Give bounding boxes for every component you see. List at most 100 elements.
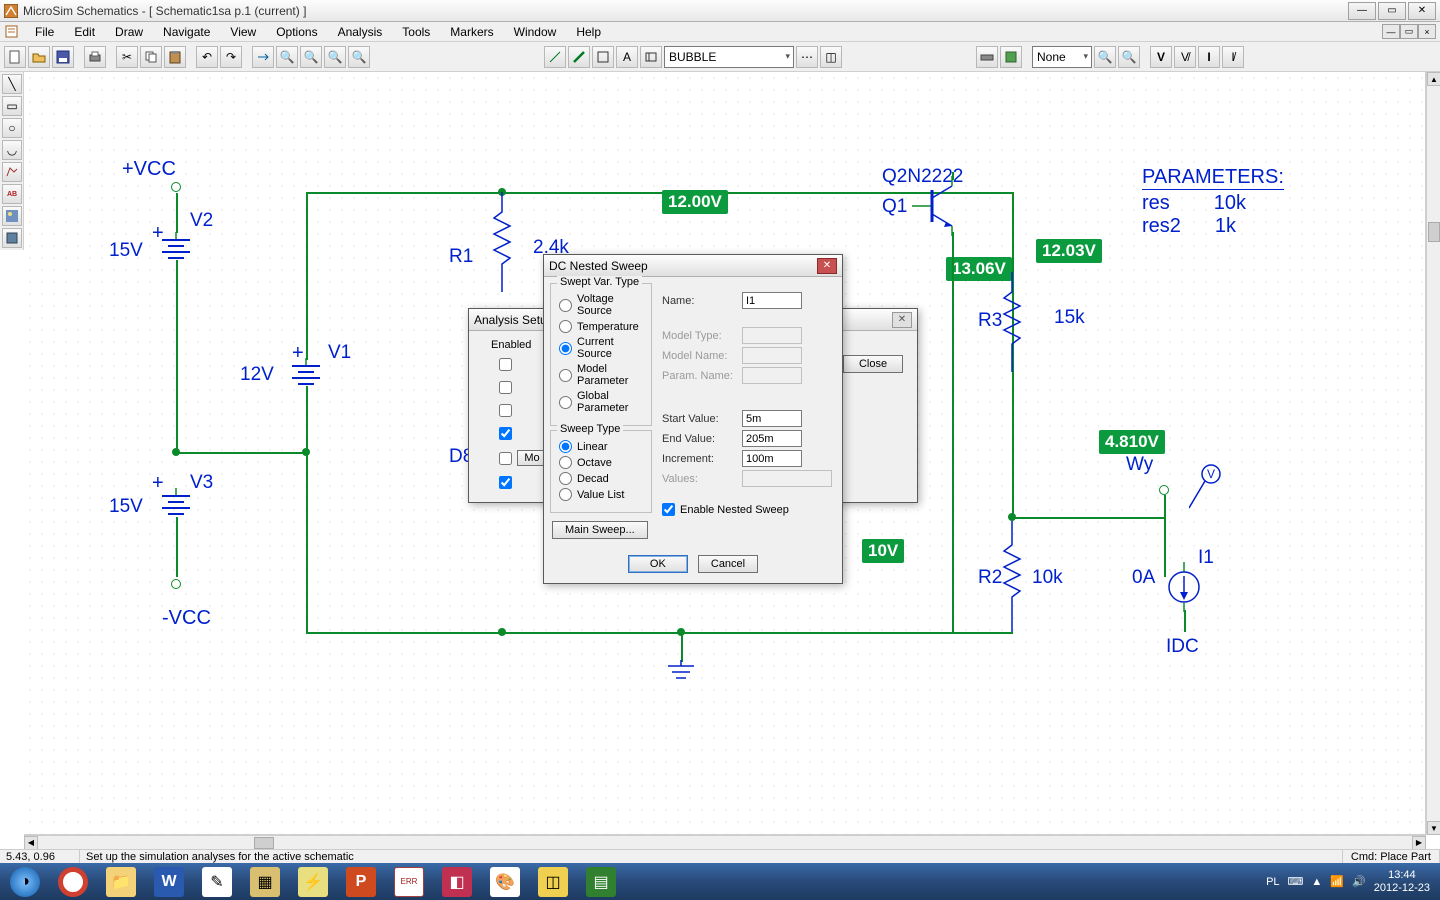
taskbar-chrome[interactable] (50, 864, 96, 900)
taskbar-app5[interactable]: ▤ (578, 864, 624, 900)
sweep-close-icon[interactable]: ✕ (817, 258, 837, 274)
tray-lang[interactable]: PL (1266, 876, 1279, 888)
menu-options[interactable]: Options (266, 23, 327, 41)
menu-navigate[interactable]: Navigate (153, 23, 220, 41)
open-icon[interactable] (28, 46, 50, 68)
current-marker-icon[interactable]: I (1198, 46, 1220, 68)
redo-icon[interactable]: ↷ (220, 46, 242, 68)
tool-rect-icon[interactable]: ▭ (2, 96, 22, 116)
tool-poly-icon[interactable] (2, 162, 22, 182)
start-input[interactable] (742, 410, 802, 427)
radio-temperature[interactable] (559, 320, 572, 333)
menu-file[interactable]: File (25, 23, 64, 41)
name-input[interactable] (742, 292, 802, 309)
radio-octave[interactable] (559, 456, 572, 469)
start-button[interactable]: ◑ (2, 864, 48, 900)
radio-linear[interactable] (559, 440, 572, 453)
close-button[interactable]: ✕ (1408, 2, 1436, 20)
radio-decade[interactable] (559, 472, 572, 485)
radio-value-list[interactable] (559, 488, 572, 501)
enabled-check-1[interactable] (499, 381, 512, 394)
enabled-check-2[interactable] (499, 404, 512, 417)
sweep-titlebar[interactable]: DC Nested Sweep ✕ (544, 255, 842, 277)
horizontal-scrollbar[interactable]: ◀▶ (24, 835, 1426, 849)
end-input[interactable] (742, 430, 802, 447)
analysis-setup-close-icon[interactable]: ✕ (892, 312, 912, 328)
vertical-scrollbar[interactable]: ▲▼ (1426, 72, 1440, 835)
tray-clock[interactable]: 13:44 2012-12-23 (1374, 869, 1430, 893)
enabled-check-0[interactable] (499, 358, 512, 371)
save-icon[interactable] (52, 46, 74, 68)
taskbar-app2[interactable]: ⚡ (290, 864, 336, 900)
menu-edit[interactable]: Edit (64, 23, 105, 41)
zoom-in-icon[interactable]: 🔍 (276, 46, 298, 68)
menu-help[interactable]: Help (566, 23, 611, 41)
menu-analysis[interactable]: Analysis (328, 23, 393, 41)
tray-volume-icon[interactable]: 🔊 (1352, 875, 1366, 888)
copy-icon[interactable] (140, 46, 162, 68)
radio-current-source[interactable] (559, 342, 572, 355)
tool-line-icon[interactable]: ╲ (2, 74, 22, 94)
taskbar-app1[interactable]: ▦ (242, 864, 288, 900)
increment-input[interactable] (742, 450, 802, 467)
zoom-area-icon[interactable]: 🔍 (324, 46, 346, 68)
taskbar-paint[interactable]: 🎨 (482, 864, 528, 900)
taskbar-powerpoint[interactable]: P (338, 864, 384, 900)
simulate-icon[interactable] (1000, 46, 1022, 68)
minimize-button[interactable]: — (1348, 2, 1376, 20)
draw-wire-icon[interactable] (544, 46, 566, 68)
setup-icon[interactable] (976, 46, 998, 68)
voltage-marker-icon[interactable]: V (1150, 46, 1172, 68)
main-sweep-button[interactable]: Main Sweep... (552, 521, 648, 539)
analysis-close-button[interactable]: Close (843, 355, 903, 373)
paste-icon[interactable] (164, 46, 186, 68)
enabled-check-5[interactable] (499, 476, 512, 489)
zoom-out-icon[interactable]: 🔍 (300, 46, 322, 68)
new-icon[interactable] (4, 46, 26, 68)
tray-network-icon[interactable]: 📶 (1330, 875, 1344, 888)
print-icon[interactable] (84, 46, 106, 68)
radio-voltage-source[interactable] (559, 299, 572, 312)
menu-tools[interactable]: Tools (392, 23, 440, 41)
menu-view[interactable]: View (220, 23, 266, 41)
menu-draw[interactable]: Draw (105, 23, 153, 41)
mdi-restore[interactable]: ▭ (1400, 24, 1418, 39)
mdi-minimize[interactable]: — (1382, 24, 1400, 39)
taskbar-word[interactable]: W (146, 864, 192, 900)
draw-bus-icon[interactable] (568, 46, 590, 68)
mdi-close[interactable]: × (1418, 24, 1436, 39)
taskbar-notepad[interactable]: ✎ (194, 864, 240, 900)
voltage-off-icon[interactable]: V̸ (1174, 46, 1196, 68)
cut-icon[interactable]: ✂ (116, 46, 138, 68)
taskbar-app4[interactable]: ◫ (530, 864, 576, 900)
menu-markers[interactable]: Markers (440, 23, 503, 41)
marker-combo[interactable]: None (1032, 46, 1092, 68)
menu-window[interactable]: Window (504, 23, 567, 41)
current-off-icon[interactable]: I̸ (1222, 46, 1244, 68)
radio-model-parameter[interactable] (559, 369, 572, 382)
tool-arc-icon[interactable]: ◡ (2, 140, 22, 160)
tool-image-icon[interactable] (2, 206, 22, 226)
edit-attr-icon[interactable]: ⋯ (796, 46, 818, 68)
zoom-fit-icon[interactable]: 🔍 (348, 46, 370, 68)
marker-v-icon[interactable]: 🔍 (1094, 46, 1116, 68)
taskbar-explorer[interactable]: 📁 (98, 864, 144, 900)
marker-i-icon[interactable]: 🔍 (1118, 46, 1140, 68)
taskbar-app3[interactable]: ◧ (434, 864, 480, 900)
tool-insert-icon[interactable] (2, 228, 22, 248)
enabled-check-4[interactable] (499, 452, 512, 465)
get-part-icon[interactable] (640, 46, 662, 68)
radio-global-parameter[interactable] (559, 396, 572, 409)
tray-keyboard-icon[interactable]: ⌨ (1288, 875, 1304, 888)
tray-flag-icon[interactable]: ▲ (1311, 876, 1322, 888)
tool-circle-icon[interactable]: ○ (2, 118, 22, 138)
draw-block-icon[interactable] (592, 46, 614, 68)
undo-icon[interactable]: ↶ (196, 46, 218, 68)
edit-sym-icon[interactable]: ◫ (820, 46, 842, 68)
cancel-button[interactable]: Cancel (698, 555, 758, 573)
tool-text-icon[interactable]: AB (2, 184, 22, 204)
draw-text-icon[interactable]: A (616, 46, 638, 68)
redraw-icon[interactable] (252, 46, 274, 68)
ok-button[interactable]: OK (628, 555, 688, 573)
maximize-button[interactable]: ▭ (1378, 2, 1406, 20)
